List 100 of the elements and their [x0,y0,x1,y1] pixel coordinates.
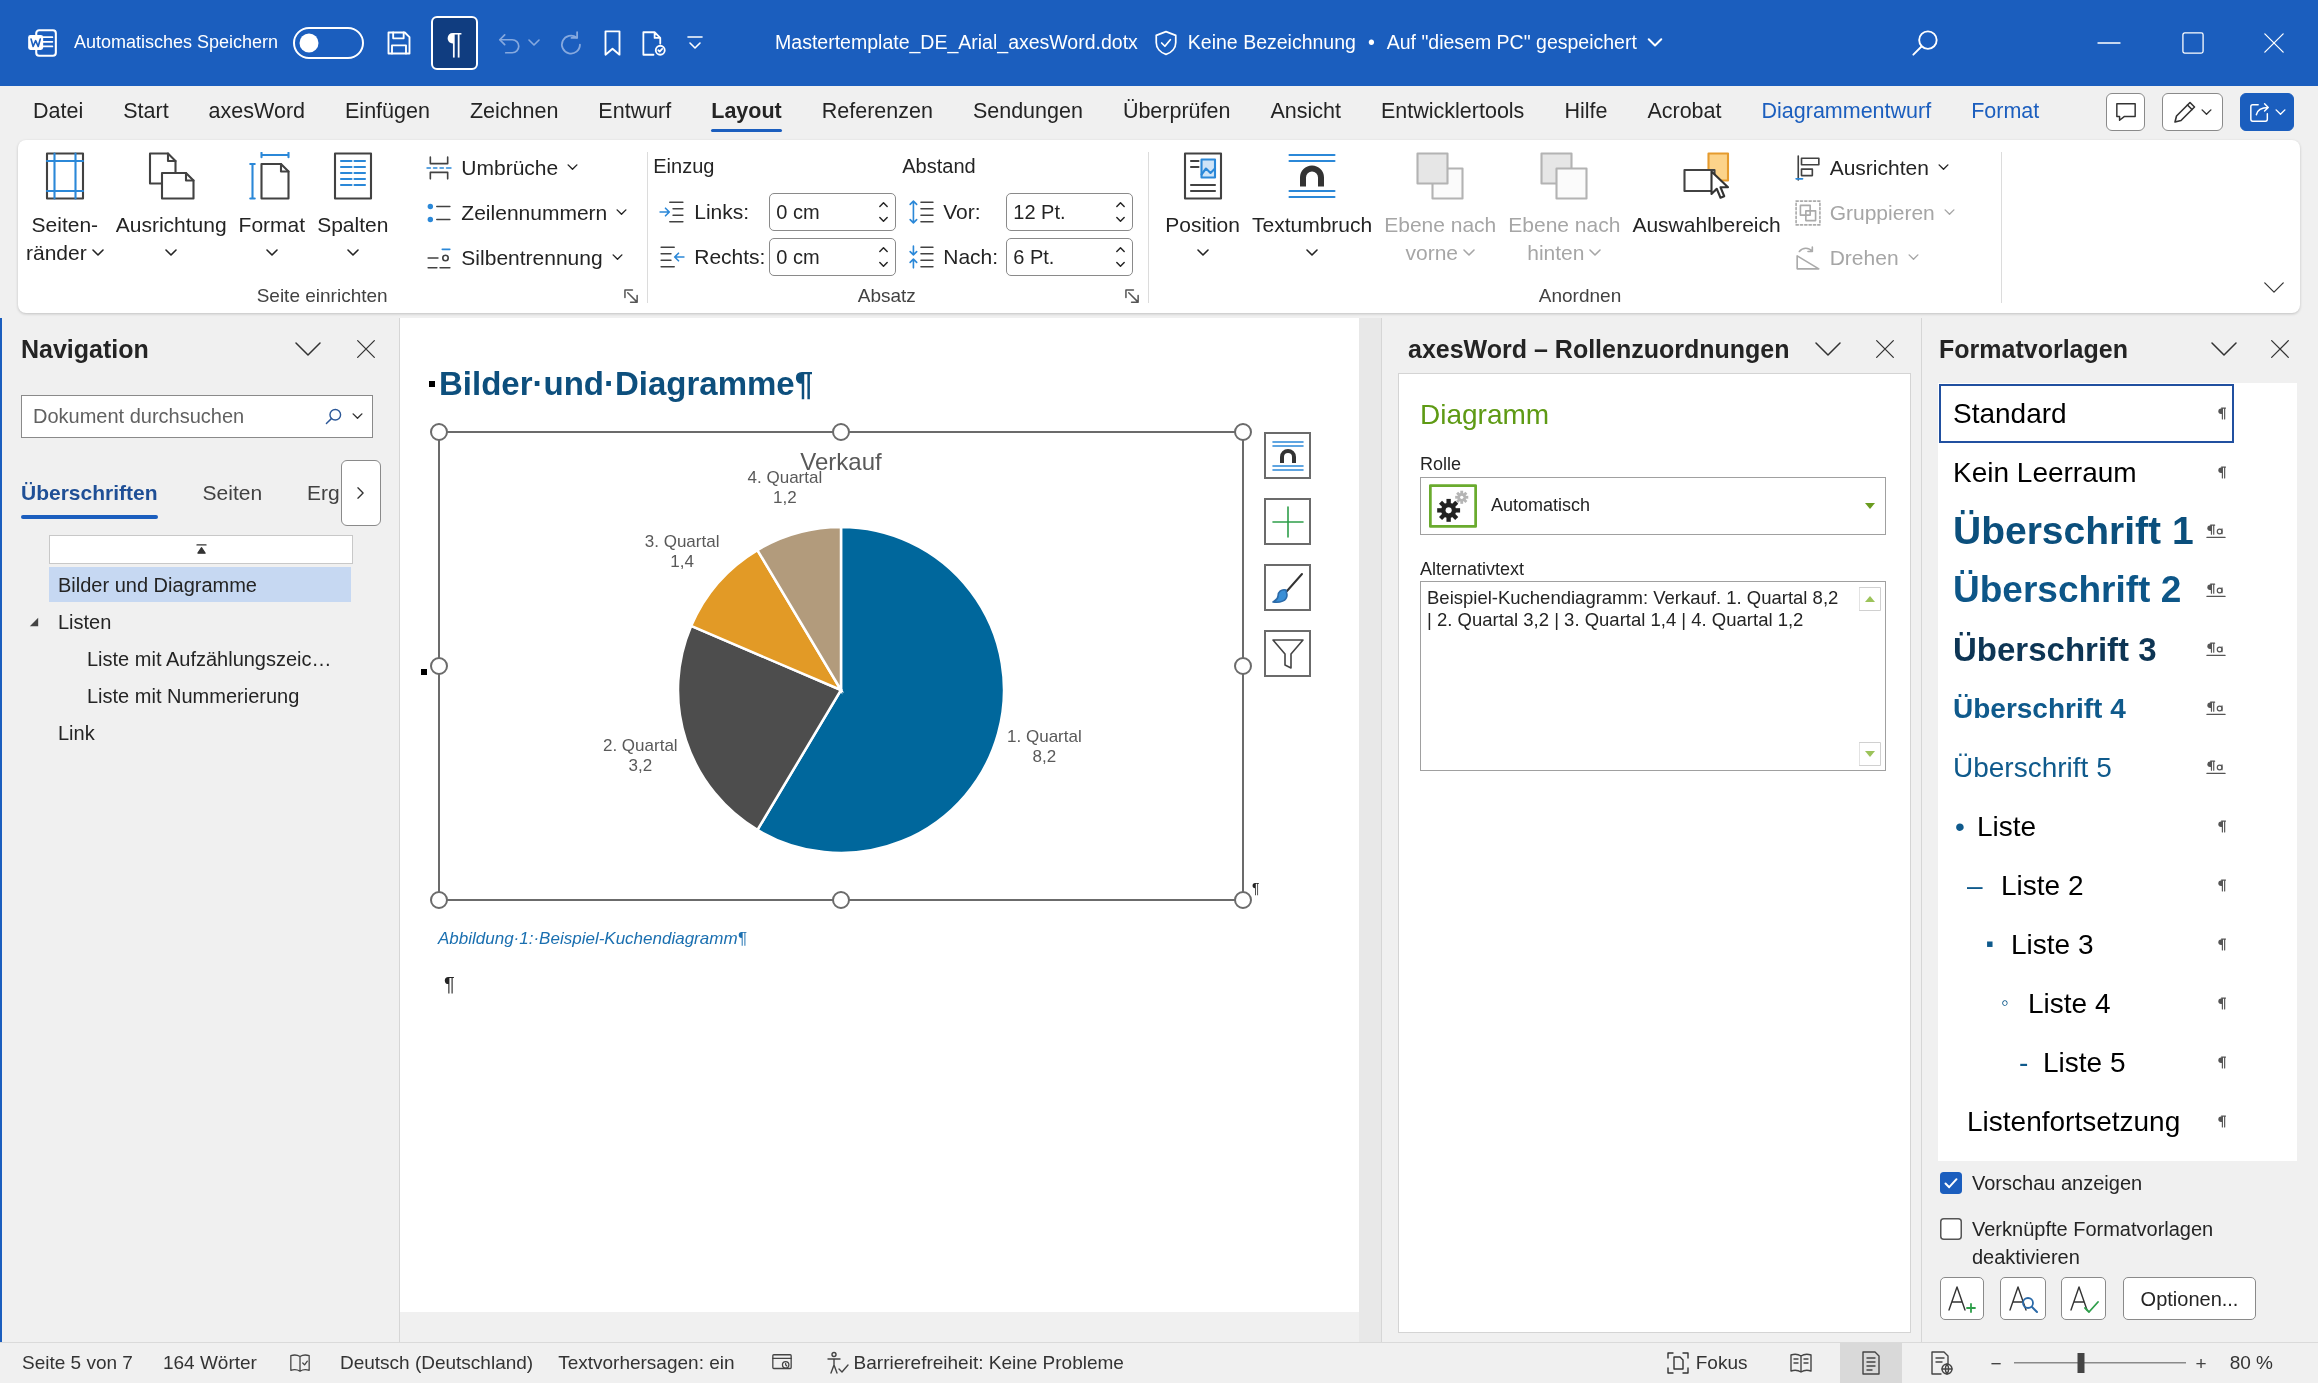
spin-field[interactable]: 6 Pt. [1006,237,1134,276]
chevron-down-icon[interactable] [295,342,321,356]
close-icon[interactable] [2270,339,2290,359]
manage-styles-button[interactable] [2061,1277,2106,1320]
role-dropdown[interactable]: Automatisch [1420,477,1886,535]
checkbox[interactable] [1940,1218,1962,1240]
nav-tab[interactable]: Überschriften [21,460,158,526]
person-check-icon[interactable] [824,1351,849,1375]
chart-filters-button[interactable] [1264,630,1311,677]
style-item[interactable]: ◦ Liste 4 [1939,974,2234,1033]
resize-handle[interactable] [832,423,850,441]
menu-tab[interactable]: Entwurf [578,86,692,138]
tree-item[interactable]: Bilder und Diagramme [49,567,351,602]
menu-tab[interactable]: Sendungen [952,86,1103,138]
resize-handle[interactable] [1234,891,1252,909]
spin-field[interactable]: 0 cm [769,192,897,231]
menu-tab[interactable]: Acrobat [1627,86,1742,138]
resize-handle[interactable] [832,891,850,909]
menu-tab[interactable]: Hilfe [1544,86,1628,138]
chevron-down-icon[interactable] [2264,282,2284,293]
resize-handle[interactable] [1234,423,1252,441]
scroll-button[interactable] [340,460,381,526]
spin-field[interactable]: 12 Pt. [1006,192,1134,231]
spin-arrows-icon[interactable] [878,244,890,269]
style-item[interactable]: Überschrift 2 [1939,561,2234,620]
search-field[interactable]: Dokument durchsuchen [21,395,373,438]
new-style-button[interactable] [1940,1277,1984,1320]
zoom-out-button[interactable]: − [1990,1353,2002,1373]
options-button[interactable]: Optionen... [2123,1277,2256,1320]
chevron-down-icon[interactable] [1815,342,1841,356]
style-inspector-button[interactable] [2000,1277,2046,1320]
style-item[interactable]: Überschrift 4 [1939,679,2234,738]
menu-tab[interactable]: Datei [13,86,104,138]
checkbox[interactable] [1940,1172,1962,1194]
style-item[interactable]: Standard [1939,384,2234,443]
style-item[interactable]: - Liste 5 [1939,1033,2234,1092]
ribbon-button[interactable]: Spalten [311,140,395,267]
chart-styles-button[interactable] [1264,564,1311,611]
menu-tab[interactable]: Einfügen [325,86,450,138]
ribbon-button[interactable]: Ausrichten [1788,145,1961,190]
editing-button[interactable] [2162,93,2223,131]
ribbon-button[interactable]: Zeilennummern [420,190,634,235]
resize-handle[interactable] [430,657,448,675]
menu-tab[interactable]: Diagrammentwurf [1741,86,1952,138]
view-button[interactable] [1840,1343,1903,1383]
ribbon-button[interactable]: Ausrichtung [109,140,233,267]
style-item[interactable]: Kein Leerraum [1939,443,2234,502]
ribbon-button[interactable]: Silbentrennung [420,235,634,280]
chart-elements-button[interactable] [1264,498,1311,545]
status-text[interactable]: Barrierefreiheit: Keine Probleme [853,1351,1124,1375]
menu-tab[interactable]: Entwicklertools [1361,86,1545,138]
spin-field[interactable]: 0 cm [769,237,897,276]
dialog-launcher-icon[interactable] [1125,288,1141,304]
style-item[interactable]: ▪ Liste 3 [1939,915,2234,974]
autosave-toggle[interactable] [293,27,365,59]
menu-tab[interactable]: Layout [691,86,802,138]
sensitivity-label[interactable]: Keine Bezeichnung [1187,31,1356,55]
style-item[interactable]: Überschrift 1 [1939,502,2234,561]
status-text[interactable]: Deutsch (Deutschland) [339,1351,534,1375]
focus-button[interactable]: Fokus [1665,1351,1748,1375]
tree-item[interactable]: Link [49,715,351,750]
menu-tab[interactable]: Format [1951,86,2060,138]
zoom-level-text[interactable]: 80 % [2229,1351,2273,1375]
nav-tab[interactable]: Seiten [202,460,263,526]
menu-tab[interactable]: Überprüfen [1102,86,1251,138]
layout-options-button[interactable] [1264,432,1311,479]
style-item[interactable]: Listenfortsetzung [1939,1092,2234,1151]
spin-arrows-icon[interactable] [1115,199,1127,224]
ribbon-button[interactable]: Textumbruch [1246,140,1379,267]
style-item[interactable]: Überschrift 5 [1939,738,2234,797]
book-check-icon[interactable] [288,1352,311,1374]
share-button[interactable] [2240,93,2294,131]
tree-item[interactable]: Liste mit Aufzählungszeic… [49,641,351,676]
ribbon-button[interactable]: Seiten- ränder [20,140,110,267]
ribbon-button[interactable]: Format [232,140,312,267]
search-icon[interactable] [325,408,342,425]
expand-triangle-icon[interactable] [29,616,39,627]
dialog-launcher-icon[interactable] [624,289,640,304]
ribbon-button[interactable]: Umbrüche [420,145,634,190]
menu-tab[interactable]: Start [103,86,189,138]
comments-button[interactable] [2106,93,2145,131]
minimize-icon[interactable] [2097,41,2121,45]
style-item[interactable]: • Liste [1939,797,2234,856]
status-text[interactable]: Textvorhersagen: ein [558,1351,735,1375]
close-icon[interactable] [1875,339,1895,359]
menu-tab[interactable]: axesWord [188,86,325,138]
status-text[interactable]: Seite 5 von 7 [22,1351,133,1375]
ribbon-button[interactable]: Auswahlbereich [1626,140,1787,239]
style-item[interactable]: – Liste 2 [1939,856,2234,915]
spin-arrows-icon[interactable] [878,199,890,224]
search-icon[interactable] [1911,29,1939,57]
toolbar-button[interactable]: ¶ [431,16,479,70]
resize-handle[interactable] [430,891,448,909]
slider-thumb[interactable] [2077,1353,2085,1373]
menu-tab[interactable]: Referenzen [801,86,953,138]
chevron-down-icon[interactable] [2211,342,2237,356]
zoom-in-button[interactable]: + [2195,1353,2207,1373]
menu-tab[interactable]: Ansicht [1250,86,1361,138]
save-status[interactable]: Auf "diesem PC" gespeichert [1386,31,1637,55]
shield-icon[interactable] [1153,30,1178,56]
